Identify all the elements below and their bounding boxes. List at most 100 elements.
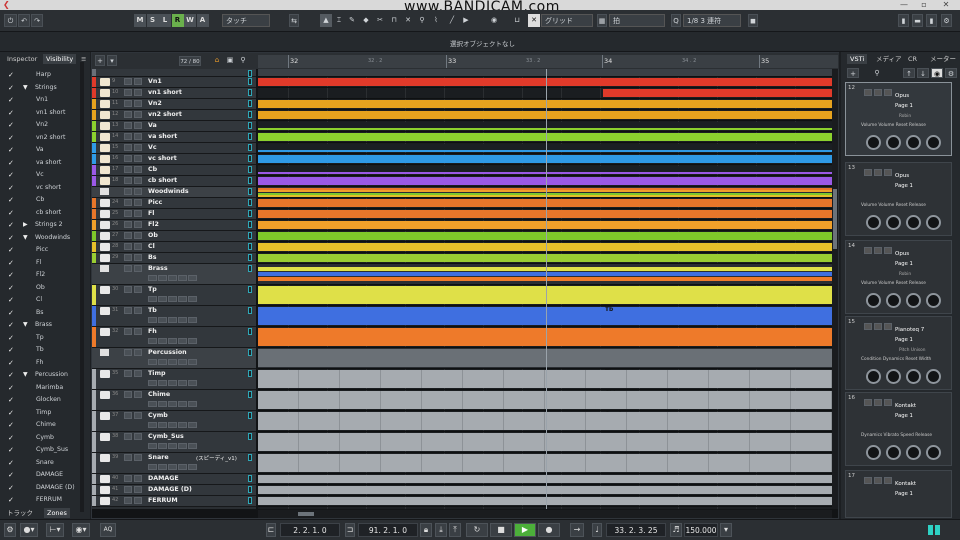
mute-button[interactable]	[124, 265, 132, 272]
mute-button[interactable]	[124, 155, 132, 162]
check-icon[interactable]: ✓	[8, 82, 14, 95]
vsti-edit-icon[interactable]	[874, 247, 882, 254]
right-locator-field[interactable]: 91. 2. 1. 0	[358, 523, 418, 537]
track-row[interactable]: 29 Bs	[92, 253, 256, 264]
solo-button[interactable]	[134, 221, 142, 228]
mode-button-s[interactable]: S	[146, 14, 159, 27]
vsti-knob[interactable]	[866, 215, 881, 230]
event-display[interactable]: Tb TimpChimeCymb Snare	[258, 69, 832, 509]
track-row[interactable]: 15 Vc	[92, 143, 256, 154]
right-locator-icon[interactable]: ⊐	[345, 523, 355, 537]
midi-event[interactable]	[258, 133, 832, 141]
vsti-knob[interactable]	[866, 369, 881, 384]
track-row[interactable]: 41 DAMAGE (D)	[92, 485, 256, 496]
solo-button[interactable]	[134, 349, 142, 356]
mode-button-r[interactable]: R	[171, 14, 184, 27]
check-icon[interactable]: ✓	[8, 257, 14, 270]
check-icon[interactable]: ✓	[8, 407, 14, 420]
solo-button[interactable]	[134, 286, 142, 293]
visibility-item[interactable]: ✓ Marimba	[4, 382, 86, 395]
mute-button[interactable]	[124, 144, 132, 151]
visibility-item[interactable]: ✓ Glocken	[4, 394, 86, 407]
track-read-button[interactable]	[148, 380, 157, 386]
touch-mode-dropdown[interactable]: タッチ	[222, 14, 270, 27]
track-write-button[interactable]	[158, 464, 167, 470]
cycle-button[interactable]: ↻	[466, 523, 488, 537]
mute-button[interactable]	[124, 100, 132, 107]
check-icon[interactable]: ✓	[8, 382, 14, 395]
track-row[interactable]: 24 Picc	[92, 198, 256, 209]
solo-button[interactable]	[134, 133, 142, 140]
add-instrument-icon[interactable]: +	[847, 68, 859, 78]
track-e-button[interactable]	[178, 338, 187, 344]
check-icon[interactable]: ✓	[8, 319, 14, 332]
visibility-item[interactable]: ✓ ▼ Percussion	[4, 369, 86, 382]
layout-right-icon[interactable]: ▮	[926, 14, 937, 27]
vsti-knob[interactable]	[886, 135, 901, 150]
vsti-power-icon[interactable]	[864, 399, 872, 406]
project-cursor[interactable]	[546, 69, 547, 509]
event-lane[interactable]	[258, 187, 832, 198]
tempo-mode-icon[interactable]: ▾	[720, 523, 732, 537]
solo-button[interactable]	[134, 199, 142, 206]
mute-button[interactable]	[124, 412, 132, 419]
check-icon[interactable]: ✓	[8, 419, 14, 432]
event-lane[interactable]	[258, 154, 832, 165]
check-icon[interactable]: ✓	[8, 344, 14, 357]
go-to-icon[interactable]: →	[570, 523, 584, 537]
event-lane[interactable]	[258, 77, 832, 88]
event-lane[interactable]	[258, 88, 832, 99]
add-track-icon[interactable]: +	[95, 55, 105, 66]
quantize-icon[interactable]: Q	[671, 14, 681, 27]
mute-button[interactable]	[124, 486, 132, 493]
check-icon[interactable]: ✓	[8, 332, 14, 345]
solo-button[interactable]	[134, 78, 142, 85]
visibility-item[interactable]: ✓ Chime	[4, 419, 86, 432]
track-row[interactable]: 28 Cl	[92, 242, 256, 253]
solo-button[interactable]	[134, 210, 142, 217]
layout-settings-icon[interactable]: ⚙	[941, 14, 952, 27]
vsti-up-icon[interactable]: ↑	[903, 68, 915, 78]
midi-event[interactable]	[258, 307, 832, 325]
snap-type-icon[interactable]: ✕	[528, 14, 540, 27]
track-row[interactable]: 31 Tb	[92, 306, 256, 327]
track-row[interactable]: 14 va short	[92, 132, 256, 143]
track-r-button[interactable]	[188, 380, 197, 386]
mute-tool-icon[interactable]: ✕	[403, 14, 413, 27]
visibility-item[interactable]: ✓ Harp	[4, 69, 86, 82]
expand-arrow-icon[interactable]: ▼	[23, 82, 28, 95]
vsti-knob[interactable]	[906, 445, 921, 460]
auto-quantize-button[interactable]: AQ	[100, 523, 116, 537]
track-r-button[interactable]	[188, 317, 197, 323]
vsti-power-icon[interactable]	[864, 323, 872, 330]
track-row[interactable]: 13 Va	[92, 121, 256, 132]
split-tool-icon[interactable]: ✂	[375, 14, 385, 27]
solo-button[interactable]	[134, 486, 142, 493]
track-r-button[interactable]	[188, 422, 197, 428]
event-lane[interactable]	[258, 496, 832, 507]
track-edit-button[interactable]	[168, 296, 177, 302]
vsti-power-icon[interactable]	[864, 477, 872, 484]
event-lane[interactable]	[258, 143, 832, 154]
track-row[interactable]: 42 FERRUM	[92, 496, 256, 507]
grid-type-dropdown[interactable]: グリッド	[541, 14, 593, 27]
vsti-preset-icon[interactable]	[884, 169, 892, 176]
solo-button[interactable]	[134, 177, 142, 184]
event-lane[interactable]: Cymb	[258, 411, 832, 432]
track-read-button[interactable]	[148, 296, 157, 302]
check-icon[interactable]: ✓	[8, 444, 14, 457]
track-r-button[interactable]	[188, 464, 197, 470]
mute-button[interactable]	[124, 243, 132, 250]
vsti-knob[interactable]	[866, 135, 881, 150]
track-read-button[interactable]	[148, 422, 157, 428]
record-button[interactable]: ●	[538, 523, 560, 537]
close-button[interactable]: ✕	[938, 0, 954, 10]
visibility-item[interactable]: ✓ Fl2	[4, 269, 86, 282]
mute-button[interactable]	[124, 370, 132, 377]
punch-in-icon[interactable]: ⤓	[435, 523, 447, 537]
visibility-item[interactable]: ✓ cb short	[4, 207, 86, 220]
check-icon[interactable]: ✓	[8, 269, 14, 282]
mute-button[interactable]	[124, 133, 132, 140]
mute-button[interactable]	[124, 307, 132, 314]
solo-button[interactable]	[134, 144, 142, 151]
